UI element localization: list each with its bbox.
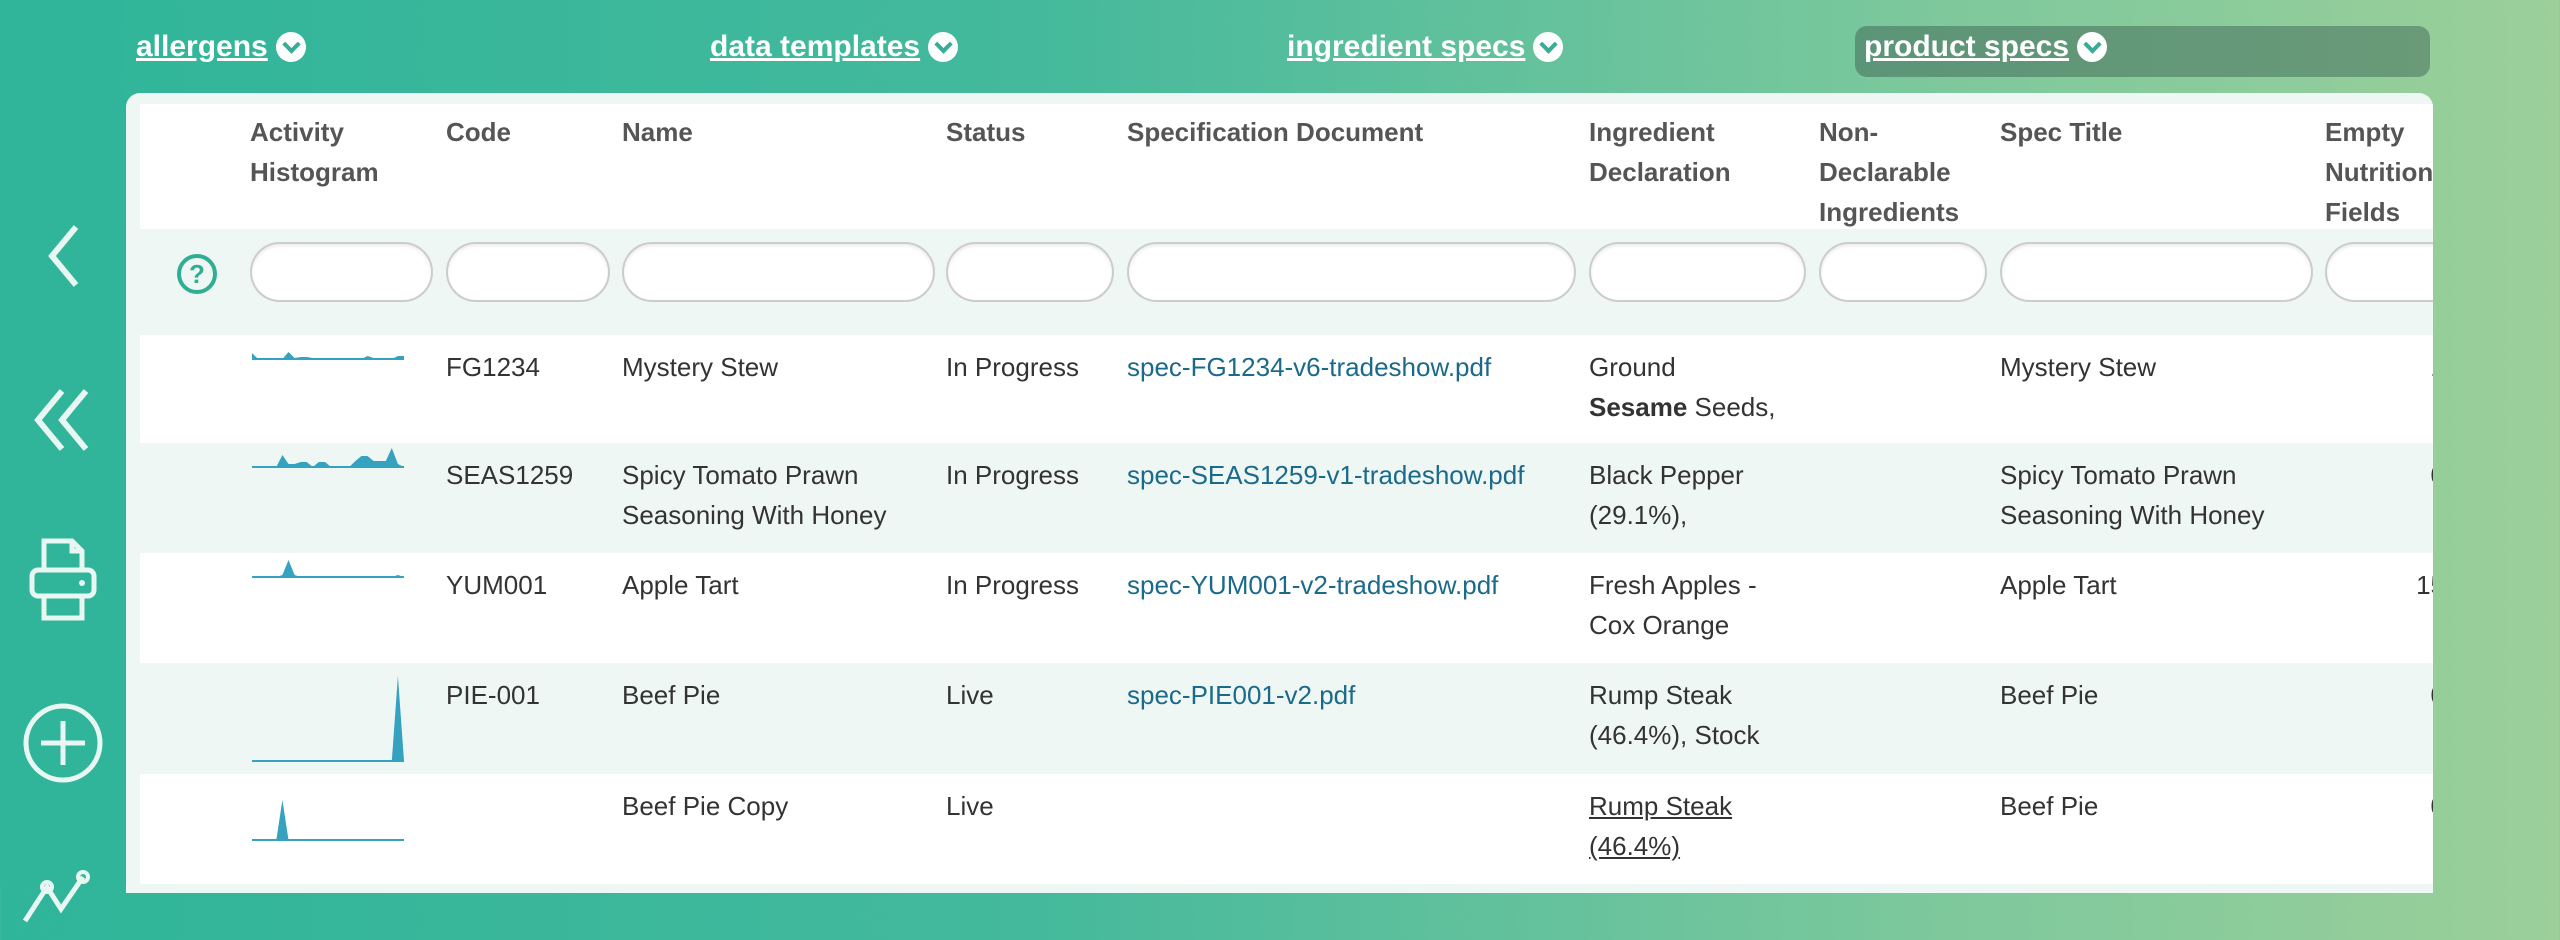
ingredient-declaration-link[interactable]: Rump Steak (46.4%) — [1589, 786, 1732, 866]
nav-label: ingredient specs — [1287, 30, 1526, 63]
empty-nutrition-fields-cell: 0 — [2431, 455, 2433, 495]
table-row[interactable]: SEAS1259 Spicy Tomato Prawn Seasoning Wit… — [140, 443, 2433, 553]
ingredient-declaration-cell: Fresh Apples - Cox Orange — [1589, 570, 1757, 640]
sparkline-area — [252, 800, 404, 840]
ingredient-declaration-cell: Rump Steak (46.4%), Stock — [1589, 680, 1760, 750]
sparkline-area — [252, 676, 404, 761]
column-header-status[interactable]: Status — [946, 112, 1025, 152]
activity-sparkline — [252, 800, 404, 841]
svg-text:?: ? — [189, 259, 205, 289]
activity-sparkline — [252, 560, 404, 578]
filter-name[interactable] — [622, 242, 935, 302]
print-icon[interactable] — [18, 535, 108, 625]
column-header-non-declarable-ingredients[interactable]: Non- Declarable Ingredients — [1819, 112, 1959, 232]
nav-allergens[interactable]: allergens — [136, 30, 306, 64]
nav-product-specs[interactable]: product specs — [1864, 30, 2108, 64]
filter-activity-histogram[interactable] — [250, 242, 433, 302]
activity-sparkline — [252, 676, 404, 762]
chevron-left-icon[interactable] — [18, 211, 108, 301]
question-circle-icon[interactable]: ? — [176, 253, 218, 295]
empty-nutrition-fields-cell: 15 — [2416, 570, 2433, 600]
name-cell: Mystery Stew — [622, 352, 779, 382]
status-cell: In Progress — [946, 352, 1079, 382]
column-header-empty-nutrition-fields[interactable]: Empty Nutrition Fields — [2325, 112, 2433, 232]
spec-document-link[interactable]: spec-SEAS1259-v1-tradeshow.pdf — [1127, 455, 1524, 495]
spec-document-link[interactable]: spec-YUM001-v2-tradeshow.pdf — [1127, 565, 1498, 605]
table-row[interactable]: FG1234 Mystery Stew In Progress spec-FG1234… — [140, 335, 2433, 443]
name-cell: Spicy Tomato Prawn Seasoning With Honey — [622, 460, 887, 530]
column-header-name[interactable]: Name — [622, 112, 693, 152]
product-specs-table: Activity Histogram Code Name Status Specific… — [126, 93, 2433, 893]
status-cell: In Progress — [946, 570, 1079, 600]
nav-label: data templates — [710, 30, 921, 63]
code-cell: PIE-001 — [446, 680, 540, 710]
spec-title-cell: Apple Tart — [2000, 570, 2117, 600]
filter-spec-title[interactable] — [2000, 242, 2313, 302]
filter-empty-nutrition-fields[interactable] — [2325, 242, 2433, 302]
spec-title-cell: Beef Pie — [2000, 791, 2099, 821]
chevron-down-icon — [928, 32, 959, 62]
empty-nutrition-fields-cell: 0 — [2431, 675, 2433, 715]
spec-document-link[interactable]: spec-PIE001-v2.pdf — [1127, 675, 1355, 715]
table-row[interactable]: Beef Pie Copy Live Rump Steak (46.4%) Beef … — [140, 774, 2433, 884]
ingredient-text: Ground — [1589, 352, 1676, 382]
column-header-code[interactable]: Code — [446, 112, 511, 152]
chart-icon[interactable] — [18, 850, 108, 940]
code-cell: SEAS1259 — [446, 460, 574, 490]
column-header-ingredient-declaration[interactable]: Ingredient Declaration — [1589, 112, 1731, 192]
filter-ingredient-declaration[interactable] — [1589, 242, 1806, 302]
chevron-down-icon — [1533, 32, 1564, 62]
nav-data-templates[interactable]: data templates — [710, 30, 959, 64]
column-header-activity-histogram[interactable]: Activity Histogram — [250, 112, 379, 192]
status-cell: Live — [946, 680, 994, 710]
activity-sparkline — [252, 448, 404, 468]
ingredient-text: Seeds, — [1687, 392, 1776, 422]
sparkline-area — [252, 352, 404, 359]
status-cell: In Progress — [946, 460, 1079, 490]
sparkline-area — [252, 448, 404, 467]
chevron-down-icon — [2077, 32, 2108, 62]
filter-row: ? — [140, 229, 2433, 335]
code-cell: YUM001 — [446, 570, 548, 600]
name-cell: Beef Pie — [622, 680, 721, 710]
table-row[interactable]: PIE-001 Beef Pie Live spec-PIE001-v2.pdf Rum… — [140, 663, 2433, 774]
activity-sparkline — [252, 352, 404, 360]
add-circle-icon[interactable] — [18, 698, 108, 788]
spec-title-cell: Mystery Stew — [2000, 352, 2157, 382]
code-cell: FG1234 — [446, 352, 540, 382]
column-header-specification-document[interactable]: Specification Document — [1127, 112, 1423, 152]
ingredient-declaration-cell: Black Pepper (29.1%), — [1589, 460, 1744, 530]
column-header-spec-title[interactable]: Spec Title — [2000, 112, 2122, 152]
double-chevron-left-icon[interactable] — [18, 375, 108, 465]
filter-code[interactable] — [446, 242, 610, 302]
table-header: Activity Histogram Code Name Status Specific… — [140, 104, 2433, 229]
filter-status[interactable] — [946, 242, 1114, 302]
name-cell: Apple Tart — [622, 570, 739, 600]
filter-specification-document[interactable] — [1127, 242, 1576, 302]
spec-title-cell: Beef Pie — [2000, 680, 2099, 710]
empty-nutrition-fields-cell: 0 — [2431, 786, 2433, 826]
nav-label: product specs — [1864, 30, 2070, 63]
sparkline-area — [252, 560, 404, 577]
sidebar — [0, 0, 126, 923]
nav-label: allergens — [136, 30, 268, 63]
ingredient-declaration-cell: Ground Sesame Seeds, — [1589, 347, 1775, 427]
allergen-highlight: Sesame — [1589, 392, 1688, 422]
status-cell: Live — [946, 791, 994, 821]
spec-document-link[interactable]: spec-FG1234-v6-tradeshow.pdf — [1127, 347, 1491, 387]
nav-ingredient-specs[interactable]: ingredient specs — [1287, 30, 1564, 64]
table-row[interactable]: YUM001 Apple Tart In Progress spec-YUM001-v… — [140, 553, 2433, 663]
spec-title-cell: Spicy Tomato Prawn Seasoning With Honey — [2000, 460, 2265, 530]
chevron-down-icon — [275, 32, 306, 62]
empty-nutrition-fields-cell: 1 — [2431, 347, 2433, 387]
name-cell: Beef Pie Copy — [622, 791, 789, 821]
filter-non-declarable-ingredients[interactable] — [1819, 242, 1987, 302]
